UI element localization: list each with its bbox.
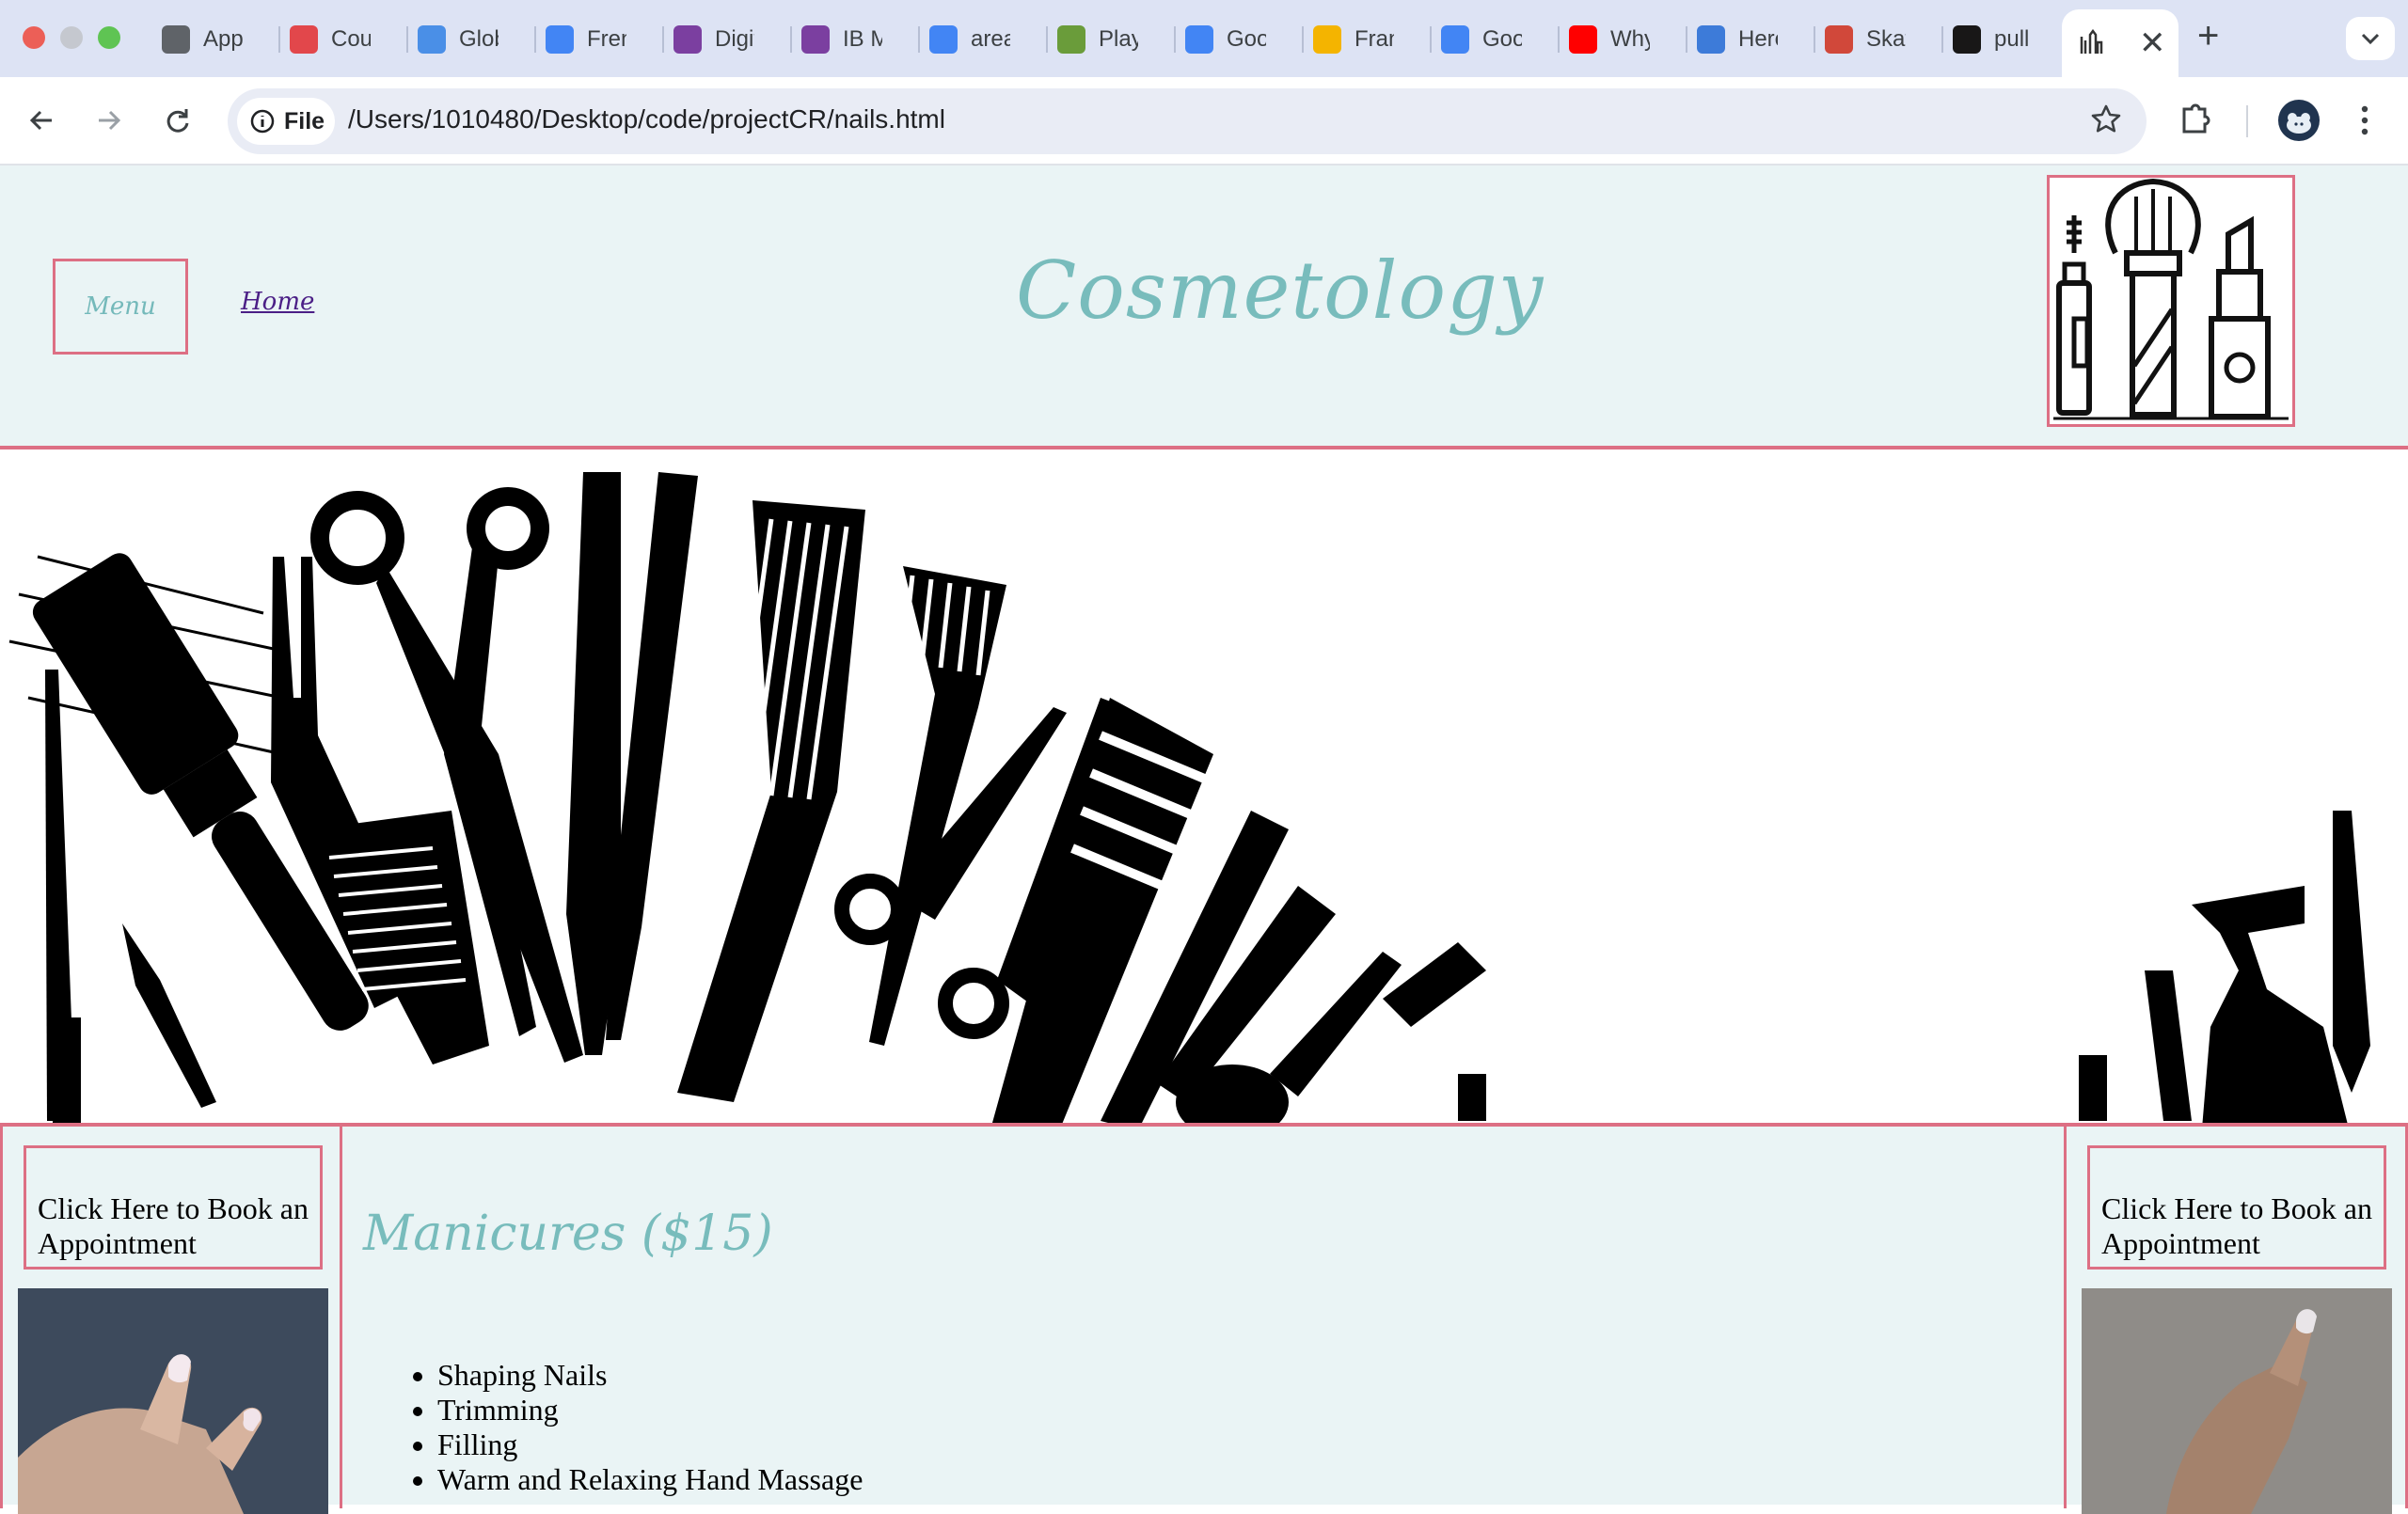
reload-icon <box>166 109 189 133</box>
tab-active[interactable]: ✕ <box>2062 9 2178 77</box>
tab-label: Digital <box>715 26 754 52</box>
tab-14[interactable]: pull <box>1941 13 2069 66</box>
tab-0[interactable]: Apps <box>150 13 278 66</box>
cosmetics-icon <box>2077 29 2105 57</box>
tab-label: pull <box>1994 26 2030 52</box>
tab-label: Why <box>1610 26 1650 52</box>
canvas-icon <box>290 25 318 54</box>
tab-10[interactable]: Google <box>1430 13 1558 66</box>
tab-8[interactable]: Google <box>1174 13 1302 66</box>
main-content: Manicures ($15) Shaping Nails Trimming F… <box>342 1127 2064 1508</box>
service-item: Shaping Nails <box>437 1358 863 1393</box>
book-appointment-button-right[interactable]: Click Here to Book an Appointment <box>2087 1145 2386 1270</box>
tab-2[interactable]: Global <box>406 13 534 66</box>
globe-icon <box>162 25 190 54</box>
tab-9[interactable]: France <box>1302 13 1430 66</box>
services-section: Click Here to Book an Appointment Manicu… <box>0 1123 2408 1514</box>
chess-icon <box>1057 25 1085 54</box>
tab-label: area <box>971 26 1010 52</box>
tab-5[interactable]: IB Math <box>790 13 918 66</box>
cloud-icon <box>418 25 446 54</box>
maximize-window-button[interactable] <box>98 26 120 49</box>
services-list: Shaping Nails Trimming Filling Warm and … <box>437 1358 863 1497</box>
chip-label: File <box>284 107 325 134</box>
url-text[interactable]: /Users/1010480/Desktop/code/projectCR/na… <box>348 104 945 134</box>
tab-13[interactable]: Skate <box>1814 13 1941 66</box>
service-item: Warm and Relaxing Hand Massage <box>437 1462 863 1497</box>
tab-3[interactable]: French <box>534 13 662 66</box>
google-icon <box>1185 25 1213 54</box>
forward-button[interactable] <box>88 100 130 141</box>
tab-label: Here <box>1738 26 1778 52</box>
css-icon <box>1697 25 1725 54</box>
toolbar-divider <box>2246 105 2248 137</box>
tab-label: Play <box>1099 26 1138 52</box>
more-menu-icon[interactable] <box>2353 100 2376 146</box>
tab-11[interactable]: Why <box>1558 13 1686 66</box>
menu-button[interactable]: Menu <box>53 259 188 355</box>
site-title: Cosmetology <box>1016 244 1545 337</box>
slides-icon <box>1313 25 1341 54</box>
tab-4[interactable]: Digital <box>662 13 790 66</box>
cosmetics-logo-icon <box>2047 175 2295 427</box>
section-title: Manicures ($15) <box>363 1206 773 1262</box>
service-item: Filling <box>437 1427 863 1462</box>
tab-6[interactable]: area <box>918 13 1046 66</box>
book-appointment-button-left[interactable]: Click Here to Book an Appointment <box>24 1145 323 1270</box>
tab-label: Google <box>1482 26 1522 52</box>
site-header: Menu Home Cosmetology <box>0 166 2408 449</box>
tab-label: French <box>587 26 626 52</box>
tab-12[interactable]: Here <box>1686 13 1814 66</box>
tab-1[interactable]: Course <box>278 13 406 66</box>
manicure-photo-left <box>18 1288 328 1514</box>
left-sidebar: Click Here to Book an Appointment <box>0 1127 342 1514</box>
service-item: Trimming <box>437 1393 863 1427</box>
address-bar[interactable]: File /Users/1010480/Desktop/code/project… <box>228 88 2147 154</box>
right-sidebar: Click Here to Book an Appointment <box>2064 1127 2408 1514</box>
tab-label: Apps <box>203 26 243 52</box>
translate-icon <box>1441 25 1469 54</box>
profile-avatar[interactable] <box>2278 100 2320 141</box>
tab-label: Skate <box>1866 26 1906 52</box>
home-link[interactable]: Home <box>241 288 314 316</box>
tab-label: IB Math <box>843 26 882 52</box>
tab-list: Apps Course Global French Digital IB Math area… <box>150 13 2069 66</box>
reload-button[interactable] <box>156 100 198 141</box>
edge-icon <box>801 25 830 54</box>
manicure-photo-right <box>2082 1288 2392 1514</box>
close-window-button[interactable] <box>23 26 45 49</box>
youtube-icon <box>1569 25 1597 54</box>
web-page: Menu Home Cosmetology Click Here to Book… <box>0 166 2408 1514</box>
arrow-right-icon <box>99 110 121 131</box>
github-icon <box>1953 25 1981 54</box>
arrow-left-icon <box>29 110 52 131</box>
site-info-chip[interactable]: File <box>237 98 335 145</box>
tab-search-button[interactable] <box>2346 17 2395 60</box>
google-icon <box>929 25 958 54</box>
sb-icon <box>1825 25 1853 54</box>
tab-label: France <box>1354 26 1394 52</box>
tab-label: Global <box>459 26 499 52</box>
hair-tools-banner <box>0 453 2408 1123</box>
tab-label: Google <box>1227 26 1266 52</box>
chevron-down-icon <box>2361 33 2380 45</box>
tab-strip: Apps Course Global French Digital IB Math area… <box>0 0 2408 77</box>
tab-label: Course <box>331 26 371 52</box>
browser-toolbar: File /Users/1010480/Desktop/code/project… <box>0 77 2408 166</box>
close-tab-icon[interactable]: ✕ <box>2139 27 2166 59</box>
bookmark-star-icon[interactable] <box>2090 103 2122 140</box>
info-icon <box>250 109 275 134</box>
extensions-puzzle-icon[interactable] <box>2177 98 2214 140</box>
back-button[interactable] <box>21 100 62 141</box>
minimize-window-button[interactable] <box>60 26 83 49</box>
edge-icon <box>673 25 702 54</box>
tab-7[interactable]: Play <box>1046 13 1174 66</box>
docs-icon <box>546 25 574 54</box>
new-tab-button[interactable]: + <box>2197 17 2219 55</box>
